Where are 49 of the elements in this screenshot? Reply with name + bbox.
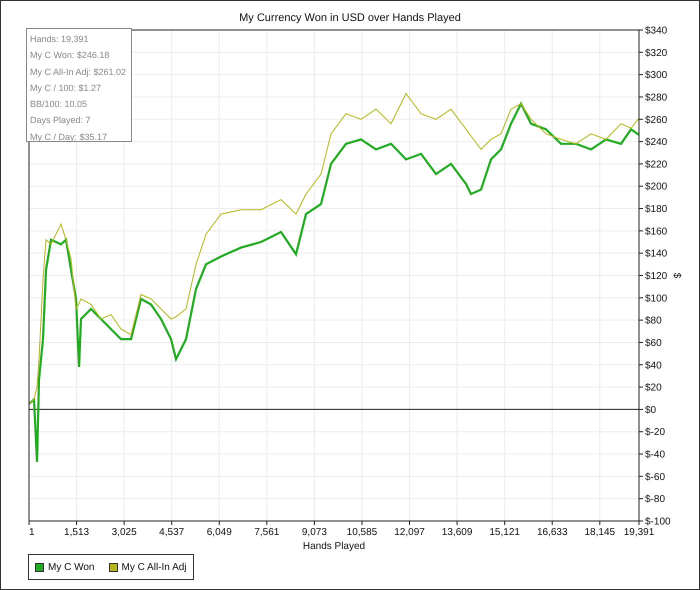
axis-tick-label: $120 (645, 271, 668, 282)
axis-tick-label: $100 (645, 293, 668, 304)
axis-tick-label: 13,609 (442, 527, 472, 538)
axis-tick-label: $-80 (645, 494, 666, 506)
axis-tick-label: $240 (645, 137, 668, 148)
axis-tick-label: 7,561 (254, 527, 280, 538)
axis-tick-label: $-40 (645, 450, 666, 461)
axis-tick-label: 3,025 (112, 527, 137, 538)
axis-tick-label: $280 (645, 92, 668, 104)
axis-tick-label: $160 (645, 226, 668, 238)
axis-tick-label: 15,121 (489, 527, 520, 538)
axis-tick-label: 16,633 (536, 527, 568, 538)
axis-tick-label: $180 (645, 204, 668, 216)
chart-title: My Currency Won in USD over Hands Played (238, 11, 462, 24)
axis-tick-label: $80 (645, 316, 662, 327)
axis-tick-label: 4,537 (159, 527, 184, 538)
axis-tick-label: $-20 (645, 427, 666, 438)
stats-line: Hands: 19,391 (30, 33, 89, 46)
axis-tick-label: $140 (645, 248, 668, 260)
axis-tick-label: 18,145 (584, 527, 616, 538)
axis-tick-label: $0 (645, 404, 656, 416)
axis-tick-label: $320 (645, 48, 668, 59)
axis-tick-label: $340 (645, 26, 668, 36)
axis-tick-label: 12,097 (394, 527, 425, 538)
axis-tick-label: $220 (645, 159, 668, 170)
axis-tick-label: 19,391 (624, 527, 654, 538)
axis-tick-label: $-100 (645, 516, 671, 528)
axis-tick-label: $-60 (645, 472, 666, 483)
stats-line: My C / Day: $35.17 (30, 130, 108, 144)
axis-tick-label: $20 (645, 382, 662, 394)
axis-tick-label: $200 (645, 182, 668, 193)
axis-tick-label: 6,049 (206, 527, 232, 538)
legend-label: My C All-In Adj (122, 562, 187, 572)
axis-title: Hands Played (302, 541, 366, 552)
stats-line: My C All-In Adj: $261.02 (30, 66, 126, 79)
axis-tick-label: 9,073 (302, 527, 327, 538)
axis-title: $ (671, 272, 682, 278)
axis-tick-label: 10,585 (346, 527, 378, 538)
axis-tick-label: 1 (29, 527, 35, 538)
axis-tick-label: $40 (645, 360, 662, 372)
axis-tick-label: $60 (645, 338, 662, 349)
axis-tick-label: $260 (645, 114, 668, 126)
legend-label: My C Won (48, 562, 94, 572)
stats-line: My C / 100: $1.27 (30, 82, 102, 95)
axis-tick-label: $300 (645, 70, 668, 82)
stats-line: Days Played: 7 (30, 114, 91, 128)
axis-tick-label: 1,513 (64, 527, 90, 538)
stats-line: My C Won: $246.18 (30, 49, 110, 62)
stats-line: BB/100: 10.05 (30, 98, 88, 112)
